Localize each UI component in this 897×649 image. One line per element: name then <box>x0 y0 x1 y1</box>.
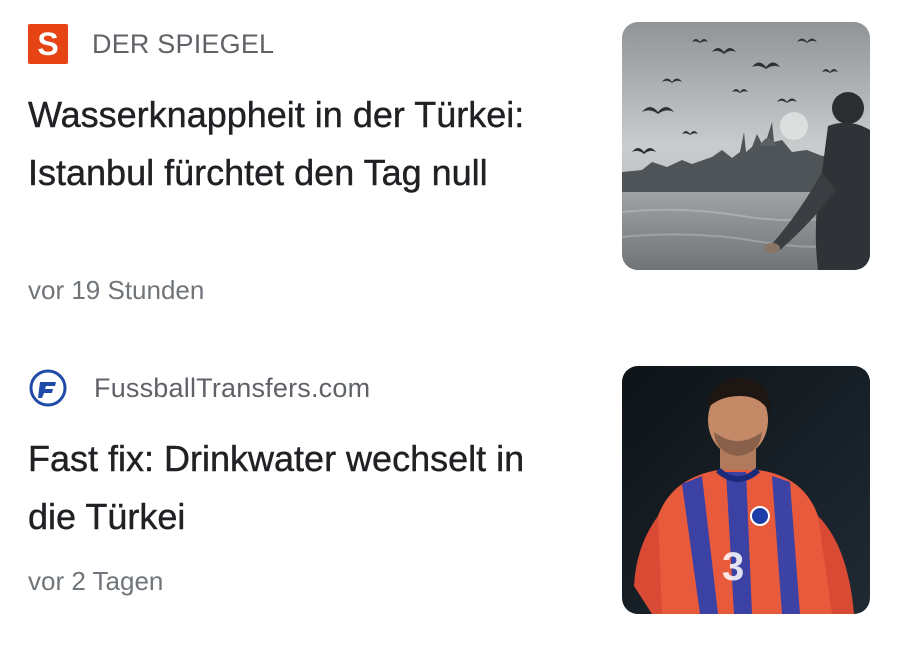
source-name: FussballTransfers.com <box>94 372 371 403</box>
article-thumbnail[interactable]: 3 <box>622 366 870 614</box>
fussballtransfers-logo-icon <box>28 368 68 408</box>
source-name: DER SPIEGEL <box>92 28 275 59</box>
source-row: S DER SPIEGEL <box>28 22 274 66</box>
article-thumbnail[interactable] <box>622 22 870 270</box>
article-timestamp: vor 2 Tagen <box>28 566 164 596</box>
source-row: FussballTransfers.com <box>28 366 370 410</box>
article-headline[interactable]: Fast fix: Drinkwater wechselt in die Tür… <box>28 430 548 546</box>
news-card-spiegel[interactable]: S DER SPIEGEL Wasserknappheit in der Tür… <box>0 0 897 330</box>
article-headline[interactable]: Wasserknappheit in der Türkei: Istanbul … <box>28 86 588 202</box>
football-player-thumbnail: 3 <box>622 366 870 614</box>
spiegel-logo-icon: S <box>28 24 68 64</box>
svg-text:3: 3 <box>722 545 744 589</box>
news-card-fussballtransfers[interactable]: FussballTransfers.com Fast fix: Drinkwat… <box>0 330 897 649</box>
article-timestamp: vor 19 Stunden <box>28 275 205 305</box>
istanbul-seagulls-thumbnail <box>622 22 870 270</box>
